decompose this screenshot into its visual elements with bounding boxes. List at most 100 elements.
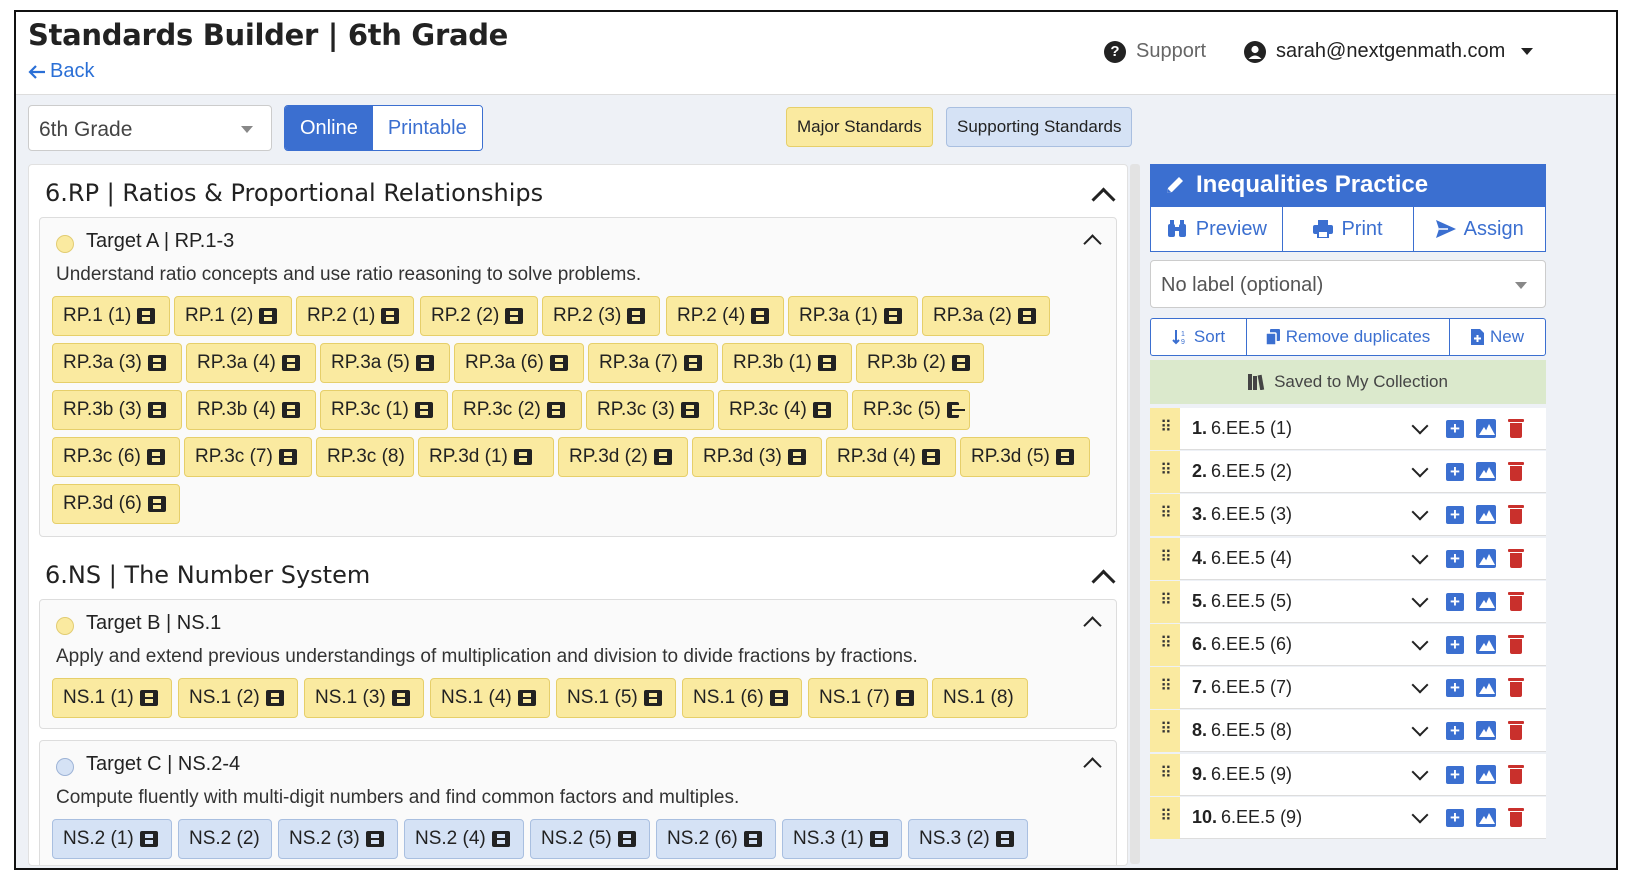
expand-item-icon[interactable] <box>1411 417 1429 435</box>
drag-handle-icon[interactable]: ⠿ <box>1150 624 1180 666</box>
collapse-target-icon[interactable] <box>1083 757 1102 776</box>
add-item-icon[interactable]: + <box>1446 679 1464 698</box>
standard-chip[interactable]: NS.1 (6) <box>682 678 802 718</box>
standard-chip[interactable]: NS.2 (4) <box>404 819 524 859</box>
panel-scrollbar[interactable] <box>1130 164 1140 864</box>
expand-item-icon[interactable] <box>1411 806 1429 824</box>
standard-chip[interactable]: RP.3c (6) <box>52 437 180 477</box>
trash-icon[interactable] <box>1508 591 1524 611</box>
drag-handle-icon[interactable]: ⠿ <box>1150 494 1180 537</box>
standard-chip[interactable]: NS.1 (5) <box>556 678 676 718</box>
image-icon[interactable] <box>1476 807 1496 827</box>
trash-icon[interactable] <box>1508 462 1524 482</box>
standard-chip[interactable]: NS.1 (8) <box>932 678 1028 718</box>
trash-icon[interactable] <box>1508 635 1524 654</box>
image-icon[interactable] <box>1476 591 1496 611</box>
standard-chip[interactable]: NS.2 (1) <box>52 819 172 859</box>
standard-chip[interactable]: RP.3d (2) <box>558 437 688 477</box>
standard-chip[interactable]: RP.3a (5) <box>320 343 450 383</box>
standard-chip[interactable]: RP.3d (3) <box>692 437 822 477</box>
expand-item-icon[interactable] <box>1411 460 1429 478</box>
drag-handle-icon[interactable]: ⠿ <box>1150 451 1180 494</box>
standard-chip[interactable]: RP.3a (4) <box>186 343 316 383</box>
add-item-icon[interactable]: + <box>1446 549 1464 568</box>
standard-chip[interactable]: RP.1 (2) <box>174 296 292 336</box>
collapse-domain-icon[interactable] <box>1091 569 1116 594</box>
drag-handle-icon[interactable]: ⠿ <box>1150 667 1180 710</box>
trash-icon[interactable] <box>1508 419 1524 438</box>
add-item-icon[interactable]: + <box>1446 592 1464 611</box>
image-icon[interactable] <box>1476 462 1496 482</box>
standard-chip[interactable]: RP.3c (5) <box>852 390 970 430</box>
drag-handle-icon[interactable]: ⠿ <box>1150 408 1180 450</box>
trash-icon[interactable] <box>1508 505 1524 525</box>
standard-chip[interactable]: RP.3c (2) <box>452 390 582 430</box>
standard-chip[interactable]: RP.3a (2) <box>922 296 1050 336</box>
standard-chip[interactable]: RP.3d (1) <box>418 437 554 477</box>
online-toggle[interactable]: Online <box>285 106 373 150</box>
standard-chip[interactable]: RP.1 (1) <box>52 296 170 336</box>
standard-chip[interactable]: NS.1 (2) <box>178 678 298 718</box>
standard-chip[interactable]: RP.3c (3) <box>586 390 714 430</box>
image-icon[interactable] <box>1476 635 1496 654</box>
standard-chip[interactable]: RP.2 (3) <box>542 296 660 336</box>
drag-handle-icon[interactable]: ⠿ <box>1150 710 1180 753</box>
image-icon[interactable] <box>1476 505 1496 525</box>
expand-item-icon[interactable] <box>1411 633 1429 651</box>
standard-chip[interactable]: NS.1 (3) <box>304 678 424 718</box>
standard-chip[interactable]: NS.1 (4) <box>430 678 550 718</box>
image-icon[interactable] <box>1476 419 1496 438</box>
standard-chip[interactable]: RP.3c (8) <box>316 437 414 477</box>
drag-handle-icon[interactable]: ⠿ <box>1150 537 1180 580</box>
standard-chip[interactable]: RP.3a (3) <box>52 343 182 383</box>
collapse-target-icon[interactable] <box>1083 234 1102 253</box>
standard-chip[interactable]: NS.2 (3) <box>278 819 398 859</box>
grade-select[interactable]: 6th Grade <box>28 105 272 151</box>
trash-icon[interactable] <box>1508 764 1524 784</box>
standard-chip[interactable]: RP.3b (3) <box>52 390 182 430</box>
assign-button[interactable]: Assign <box>1414 207 1545 251</box>
standard-chip[interactable]: RP.3d (4) <box>826 437 956 477</box>
add-item-icon[interactable]: + <box>1446 765 1464 784</box>
remove-duplicates-button[interactable]: Remove duplicates <box>1247 319 1450 355</box>
add-item-icon[interactable]: + <box>1446 722 1464 741</box>
standard-chip[interactable]: NS.2 (2) <box>178 819 272 859</box>
collapse-domain-icon[interactable] <box>1091 187 1116 212</box>
expand-item-icon[interactable] <box>1411 590 1429 608</box>
add-item-icon[interactable]: + <box>1446 506 1464 525</box>
trash-icon[interactable] <box>1508 807 1524 827</box>
expand-item-icon[interactable] <box>1411 503 1429 521</box>
standard-chip[interactable]: RP.2 (4) <box>666 296 784 336</box>
expand-item-icon[interactable] <box>1411 763 1429 781</box>
drag-handle-icon[interactable]: ⠿ <box>1150 753 1180 796</box>
print-button[interactable]: Print <box>1283 207 1415 251</box>
collapse-target-icon[interactable] <box>1083 616 1102 635</box>
trash-icon[interactable] <box>1508 678 1524 698</box>
standard-chip[interactable]: NS.2 (6) <box>656 819 776 859</box>
image-icon[interactable] <box>1476 548 1496 568</box>
back-link[interactable]: Back <box>28 60 94 83</box>
standard-chip[interactable]: RP.3b (1) <box>722 343 852 383</box>
expand-item-icon[interactable] <box>1411 719 1429 737</box>
supporting-standards-button[interactable]: Supporting Standards <box>946 107 1133 147</box>
standard-chip[interactable]: RP.3a (1) <box>788 296 918 336</box>
standard-chip[interactable]: NS.1 (1) <box>52 678 172 718</box>
standard-chip[interactable]: RP.2 (2) <box>420 296 538 336</box>
standard-chip[interactable]: RP.3c (1) <box>320 390 448 430</box>
add-item-icon[interactable]: + <box>1446 420 1464 438</box>
image-icon[interactable] <box>1476 721 1496 741</box>
trash-icon[interactable] <box>1508 721 1524 741</box>
major-standards-button[interactable]: Major Standards <box>786 107 933 147</box>
sort-button[interactable]: 19 Sort <box>1151 319 1248 355</box>
standard-chip[interactable]: RP.3c (4) <box>718 390 848 430</box>
standard-chip[interactable]: RP.3a (6) <box>454 343 584 383</box>
new-button[interactable]: New <box>1450 319 1545 355</box>
standard-chip[interactable]: RP.3b (2) <box>856 343 984 383</box>
image-icon[interactable] <box>1476 764 1496 784</box>
preview-button[interactable]: Preview <box>1151 207 1283 251</box>
expand-item-icon[interactable] <box>1411 547 1429 565</box>
standard-chip[interactable]: RP.2 (1) <box>296 296 414 336</box>
add-item-icon[interactable]: + <box>1446 463 1464 482</box>
image-icon[interactable] <box>1476 678 1496 698</box>
standard-chip[interactable]: NS.1 (7) <box>808 678 928 718</box>
